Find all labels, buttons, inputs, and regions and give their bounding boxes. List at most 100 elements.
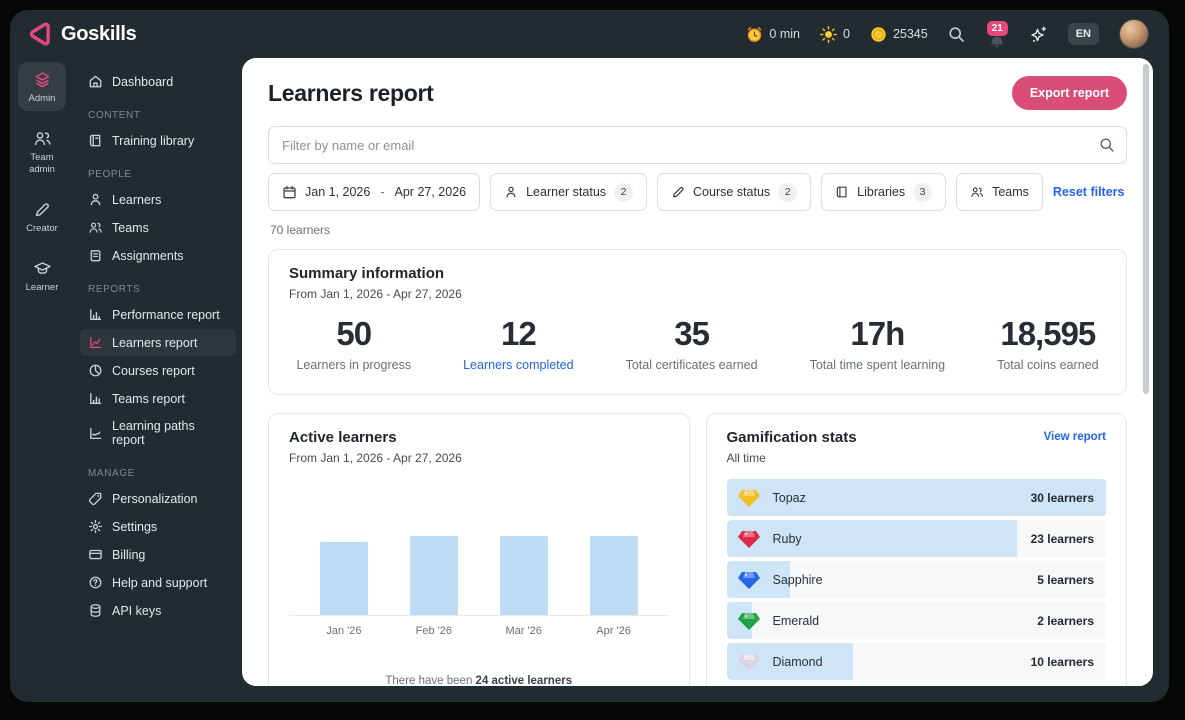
sidebar-section-reports: REPORTS (88, 284, 141, 295)
view-report-link[interactable]: View report (1044, 431, 1106, 443)
credit-card-icon (88, 547, 103, 562)
caption-text: There have been (385, 675, 476, 686)
teams-filter[interactable]: Teams (956, 173, 1043, 211)
pencil-icon (35, 202, 49, 216)
notifications-button[interactable]: 21 (985, 21, 1009, 47)
gem-label: Sapphire (772, 572, 823, 587)
summary-card: Summary information From Jan 1, 2026 - A… (268, 249, 1127, 395)
gamification-subtitle: All time (726, 451, 766, 465)
sidebar-item-learning-paths-report[interactable]: Learning paths report (80, 413, 236, 453)
gamification-row-topaz: Topaz 30 learners (726, 479, 1106, 516)
sidebar-item-api-keys[interactable]: API keys (80, 597, 236, 624)
summary-title: Summary information (289, 265, 445, 282)
help-icon (88, 575, 103, 590)
sidebar-item-billing[interactable]: Billing (80, 541, 236, 568)
libraries-filter[interactable]: Libraries 3 (821, 173, 947, 211)
users-icon (971, 187, 983, 197)
sidebar-item-learners[interactable]: Learners (80, 186, 236, 213)
gamification-row-diamond: Diamond 10 learners (726, 643, 1106, 680)
summary-subtitle: From Jan 1, 2026 - Apr 27, 2026 (289, 287, 462, 301)
stat-label: Learners in progress (296, 358, 412, 372)
x-tick-label: Apr '26 (596, 625, 631, 637)
time-spent-value: 0 min (769, 27, 800, 41)
stat-label: Total certificates earned (625, 358, 758, 372)
goskills-logo-icon (29, 22, 50, 46)
rail-item-learner[interactable]: Learner (18, 251, 66, 300)
libraries-count-badge: 3 (913, 182, 933, 202)
pencil-icon (673, 187, 684, 198)
sidebar-nav: Dashboard CONTENT Training library PEOPL… (70, 58, 242, 702)
sidebar-item-help-and-support[interactable]: Help and support (80, 569, 236, 596)
sidebar-item-label: Personalization (112, 491, 198, 506)
rail-item-admin[interactable]: Admin (18, 62, 66, 111)
emerald-gem-icon (737, 612, 760, 630)
user-avatar[interactable] (1119, 19, 1149, 49)
sidebar-item-dashboard[interactable]: Dashboard (80, 68, 236, 95)
gamification-row-ruby: Ruby 23 learners (726, 520, 1106, 557)
scrollbar-thumb[interactable] (1143, 64, 1149, 394)
language-selector[interactable]: EN (1067, 23, 1099, 45)
sidebar-item-label: Learners (112, 192, 162, 207)
stat-value: 17h (850, 315, 905, 352)
bar-chart-icon (88, 307, 103, 322)
main-content: Learners report Export report Jan 1, 202… (242, 58, 1153, 686)
filter-label: Course status (693, 185, 771, 199)
learner-status-count-badge: 2 (614, 182, 634, 202)
brand-logo[interactable]: Goskills (26, 21, 137, 47)
filter-label: Learner status (526, 185, 607, 199)
date-start: Jan 1, 2026 (305, 185, 371, 199)
rail-item-team-admin[interactable]: Team admin (18, 121, 66, 182)
active-learners-title: Active learners (289, 429, 397, 446)
sidebar-item-learners-report[interactable]: Learners report (80, 329, 236, 356)
coins-stat[interactable]: 25345 (870, 26, 928, 43)
sidebar-item-label: Teams (112, 220, 149, 235)
reset-filters-link[interactable]: Reset filters (1053, 185, 1125, 199)
sidebar-item-training-library[interactable]: Training library (80, 127, 236, 154)
rail-item-creator[interactable]: Creator (18, 192, 66, 241)
x-tick-label: Mar '26 (505, 625, 542, 637)
sidebar-item-performance-report[interactable]: Performance report (80, 301, 236, 328)
date-range-filter[interactable]: Jan 1, 2026 - Apr 27, 2026 (268, 173, 481, 211)
graduation-cap-icon (33, 261, 51, 274)
streak-value: 0 (843, 27, 850, 41)
sidebar-item-personalization[interactable]: Personalization (80, 485, 236, 512)
rail-label-creator: Creator (26, 222, 58, 234)
bar-apr (589, 535, 638, 615)
sidebar-item-assignments[interactable]: Assignments (80, 242, 236, 269)
pie-chart-icon (88, 363, 103, 378)
course-status-count-badge: 2 (778, 182, 798, 202)
sidebar-item-teams[interactable]: Teams (80, 214, 236, 241)
gamification-row-sapphire: Sapphire 5 learners (726, 561, 1106, 598)
streak-stat[interactable]: 0 (820, 25, 850, 43)
calendar-icon (283, 185, 296, 198)
trend-chart-icon (88, 426, 103, 441)
bell-icon (990, 36, 1003, 47)
rail-label-admin: Admin (28, 93, 56, 104)
home-icon (88, 74, 103, 89)
x-tick-label: Feb '26 (415, 625, 452, 637)
sidebar-item-courses-report[interactable]: Courses report (80, 357, 236, 384)
gem-label: Diamond (772, 654, 823, 669)
ai-assistant-button[interactable] (1029, 25, 1048, 44)
stat-total-certificates: 35 Total certificates earned (626, 315, 758, 372)
stat-learners-completed: 12 Learners completed (463, 315, 573, 372)
topbar: Goskills 0 min 0 25345 21 EN (10, 10, 1169, 58)
sidebar-item-teams-report[interactable]: Teams report (80, 385, 236, 412)
export-report-button[interactable]: Export report (1011, 76, 1127, 110)
gamification-card: Gamification stats All time View report … (705, 413, 1127, 686)
line-chart-icon (88, 335, 103, 350)
alarm-clock-icon (748, 26, 762, 42)
rail-label-team-admin: Team admin (29, 151, 55, 175)
course-status-filter[interactable]: Course status 2 (657, 173, 812, 211)
search-button[interactable] (948, 26, 965, 43)
stat-label: Total time spent learning (809, 358, 946, 372)
time-spent-stat[interactable]: 0 min (746, 26, 800, 43)
sidebar-item-label: API keys (112, 603, 162, 618)
sidebar-item-settings[interactable]: Settings (80, 513, 236, 540)
gem-label: Topaz (772, 490, 806, 505)
learner-status-filter[interactable]: Learner status 2 (490, 173, 648, 211)
filter-search-input[interactable] (268, 126, 1127, 164)
library-icon (836, 186, 847, 198)
bar-jan (319, 542, 368, 615)
stat-label-link[interactable]: Learners completed (463, 358, 573, 372)
